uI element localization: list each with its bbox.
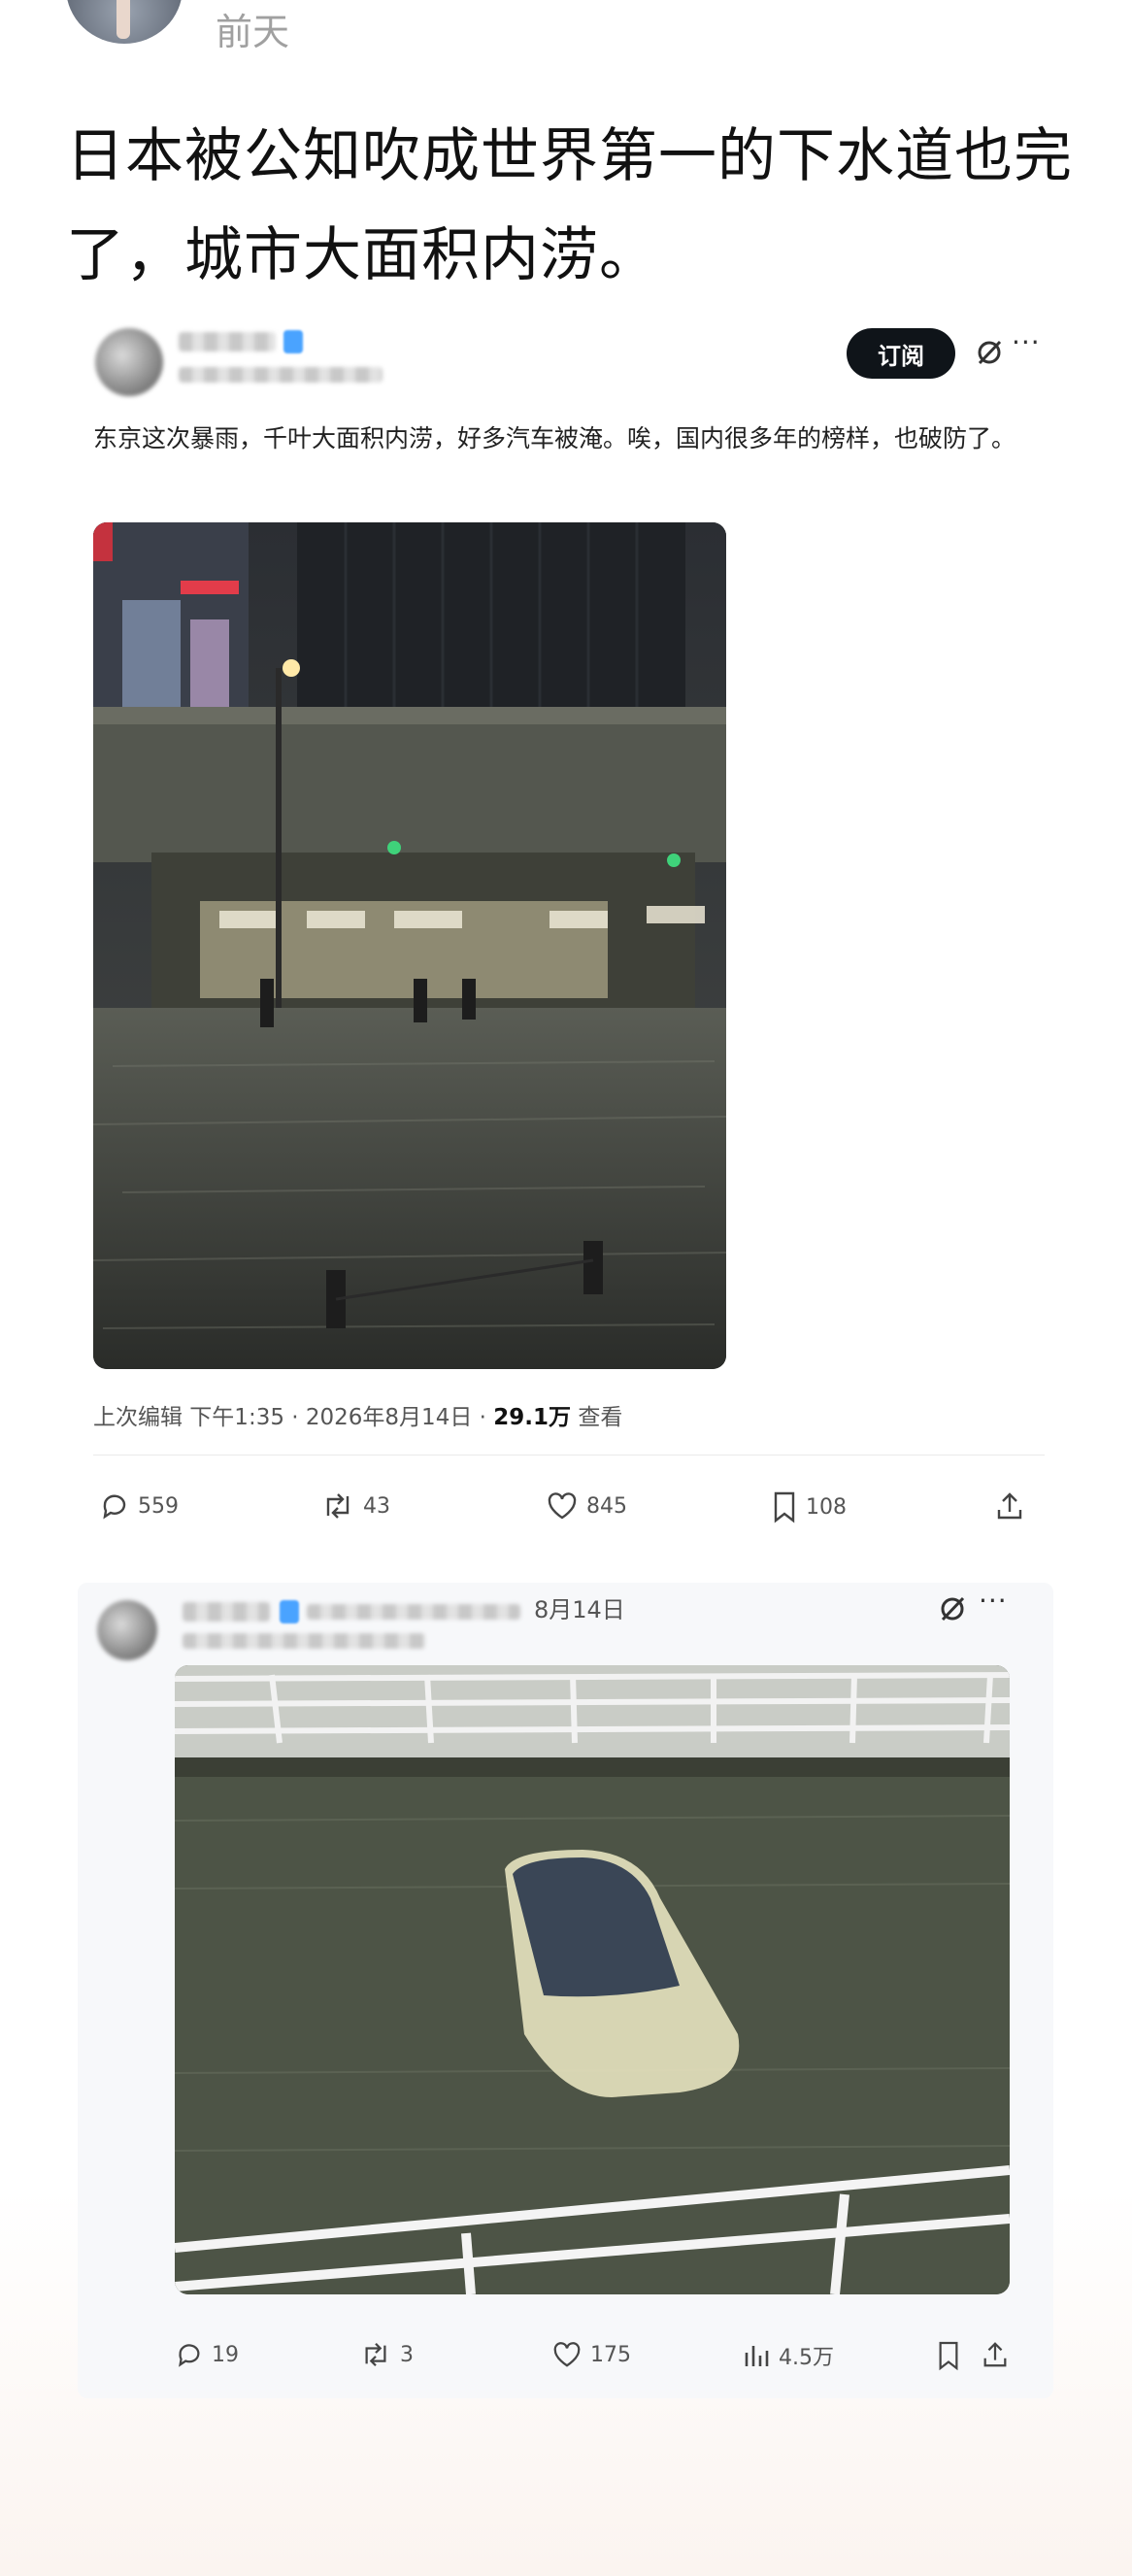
tweet1-avatar: [95, 328, 163, 396]
share-button[interactable]: [994, 1490, 1025, 1522]
tweet1-display-name: [179, 332, 276, 351]
view-suffix: 查看: [571, 1405, 623, 1430]
tweet-card-1: 订阅 ··· 东京这次暴雨，千叶大面积内涝，好多汽车被淹。唉，国内很多年的榜样，…: [78, 311, 1049, 1544]
tweet1-meta: 上次编辑 下午1:35 · 2026年8月14日 · 29.1万 查看: [93, 1398, 622, 1431]
post-headline: 日本被公知吹成世界第一的下水道也完了，城市大面积内涝。: [66, 122, 1073, 289]
tweet2-like-button[interactable]: 175: [551, 2340, 631, 2369]
tweet2-display-name: [183, 1602, 270, 1622]
flooded-street-photo[interactable]: [93, 522, 726, 1369]
reply-icon: [179, 2344, 200, 2367]
tweet2-views-button[interactable]: 4.5万: [742, 2340, 834, 2371]
share-icon: [997, 1492, 1022, 1520]
poster-header: 前天: [0, 0, 1132, 58]
tweet1-text: 东京这次暴雨，千叶大面积内涝，好多汽车被淹。唉，国内很多年的榜样，也破防了。: [93, 424, 1016, 452]
tweet2-retweet-count: 3: [400, 2342, 414, 2367]
tweet2-handle: [307, 1604, 520, 1620]
bookmark-icon: [774, 1491, 795, 1523]
like-count: 845: [586, 1493, 627, 1519]
tweet2-view-count: 4.5万: [779, 2346, 834, 2370]
submerged-car-image: [175, 1665, 1010, 2294]
like-icon: [553, 2342, 581, 2367]
tweet1-handle: [179, 367, 383, 383]
tweet2-reply-count: 19: [212, 2342, 239, 2367]
bookmark-button[interactable]: 108: [771, 1490, 847, 1523]
retweet-icon: [365, 2342, 386, 2367]
retweet-button[interactable]: 43: [320, 1490, 390, 1522]
tweet2-subline: [183, 1633, 425, 1649]
post-time: 前天: [216, 11, 290, 53]
bookmark-count: 108: [806, 1494, 847, 1520]
tweet2-avatar: [97, 1600, 157, 1660]
submerged-car-photo[interactable]: [175, 1665, 1010, 2294]
tweet-card-2: 8月14日 ··· 19 3 175 4.5万: [78, 1583, 1053, 2398]
verified-badge-icon: [280, 1600, 299, 1623]
retweet-icon: [326, 1493, 350, 1519]
share-icon: [983, 2342, 1007, 2367]
subscribe-button[interactable]: 订阅: [847, 328, 955, 379]
like-icon: [548, 1492, 577, 1520]
bookmark-icon: [939, 2341, 958, 2371]
edit-timestamp: 上次编辑 下午1:35 · 2026年8月14日 ·: [93, 1405, 494, 1430]
more-icon[interactable]: ···: [1012, 326, 1041, 358]
reply-icon: [103, 1494, 126, 1520]
retweet-count: 43: [363, 1493, 390, 1519]
tweet2-date: 8月14日: [534, 1596, 625, 1623]
view-count: 29.1万: [493, 1405, 572, 1430]
tweet2-retweet-button[interactable]: 3: [359, 2340, 414, 2369]
tweet2-bookmark-button[interactable]: [936, 2340, 961, 2371]
reply-count: 559: [138, 1493, 179, 1519]
verified-badge-icon: [283, 330, 303, 353]
reply-button[interactable]: 559: [99, 1490, 179, 1522]
more-icon[interactable]: ···: [979, 1585, 1008, 1617]
grok-icon[interactable]: [975, 338, 1004, 367]
tweet2-share-button[interactable]: [981, 2340, 1010, 2369]
flooded-street-image: [93, 522, 726, 1369]
grok-icon[interactable]: [938, 1594, 967, 1623]
tweet2-like-count: 175: [590, 2342, 631, 2367]
poster-avatar[interactable]: [66, 0, 183, 44]
like-button[interactable]: 845: [546, 1490, 627, 1522]
tweet2-reply-button[interactable]: 19: [175, 2340, 239, 2369]
views-icon: [745, 2346, 769, 2366]
